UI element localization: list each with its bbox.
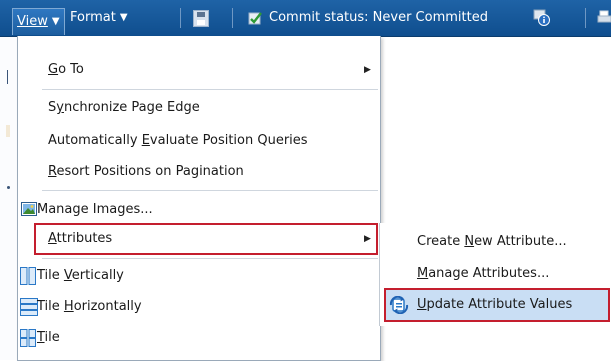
page-background-strip xyxy=(0,37,17,360)
submenu-item-label: Update Attribute Values xyxy=(417,297,573,312)
toolbar-divider xyxy=(180,8,181,28)
save-icon[interactable] xyxy=(193,10,209,27)
format-menu-button[interactable]: Format ▼ xyxy=(70,0,128,36)
toolbar: View ▼ Format ▼ Commit status: Never Commi… xyxy=(0,0,611,37)
attributes-submenu: Create New Attribute... Manage Attribute… xyxy=(379,223,611,326)
submenu-item-label: Manage Attributes... xyxy=(417,266,550,281)
status-info-icon[interactable] xyxy=(533,9,550,26)
menu-item-attributes[interactable]: Attributes ▶ xyxy=(18,225,380,253)
menu-item-tile[interactable]: Tile xyxy=(18,324,380,352)
page-background-mark xyxy=(7,70,13,84)
menu-item-label: Synchronize Page Edge xyxy=(48,100,200,115)
menu-item-label: Tile Vertically xyxy=(37,268,124,283)
submenu-arrow-icon: ▶ xyxy=(364,234,371,244)
submenu-item-manage-attributes[interactable]: Manage Attributes... xyxy=(380,258,611,290)
toolbar-divider xyxy=(232,8,233,28)
commit-check-icon xyxy=(248,12,262,25)
menu-separator xyxy=(42,190,378,191)
menu-item-label: Tile xyxy=(37,330,60,345)
tile-horizontal-icon xyxy=(20,298,38,316)
menu-item-go-to[interactable]: Go To ▶ xyxy=(18,56,380,84)
tile-vertical-icon xyxy=(20,267,36,285)
view-dropdown-menu: Go To ▶ Synchronize Page Edge Automatica… xyxy=(17,36,381,361)
menu-item-label: Resort Positions on Pagination xyxy=(48,164,244,179)
menu-item-label: Manage Images... xyxy=(37,202,153,217)
menu-item-synchronize-page-edge[interactable]: Synchronize Page Edge xyxy=(18,94,380,122)
submenu-item-update-attribute-values[interactable]: Update Attribute Values xyxy=(380,289,611,321)
menu-item-manage-images[interactable]: Manage Images... xyxy=(18,196,380,224)
menu-item-label: Tile Horizontally xyxy=(37,299,142,314)
page-background-mark xyxy=(7,186,10,189)
format-menu-label: Format xyxy=(70,10,116,25)
menu-separator xyxy=(42,258,378,259)
image-icon xyxy=(21,202,37,216)
submenu-item-create-new-attribute[interactable]: Create New Attribute... xyxy=(380,226,611,258)
chevron-down-icon: ▼ xyxy=(119,12,128,23)
view-menu-label: View xyxy=(17,14,48,29)
chevron-down-icon: ▼ xyxy=(51,16,60,27)
menu-item-evaluate-position-queries[interactable]: Automatically Evaluate Position Queries xyxy=(18,127,380,155)
submenu-arrow-icon: ▶ xyxy=(364,65,371,75)
menu-item-label: Attributes xyxy=(48,231,113,246)
view-menu-button[interactable]: View ▼ xyxy=(12,8,65,35)
page-background-mark xyxy=(6,125,10,137)
tile-grid-icon xyxy=(20,329,36,347)
update-attribute-icon xyxy=(389,296,409,314)
print-icon[interactable] xyxy=(597,10,611,24)
toolbar-divider xyxy=(585,8,586,28)
menu-item-label: Automatically Evaluate Position Queries xyxy=(48,133,308,148)
submenu-item-label: Create New Attribute... xyxy=(417,234,567,249)
menu-separator xyxy=(42,89,378,90)
menu-item-tile-vertically[interactable]: Tile Vertically xyxy=(18,262,380,290)
commit-status-text: Commit status: Never Committed xyxy=(269,10,488,25)
menu-item-label: Go To xyxy=(48,62,84,77)
menu-item-resort-positions[interactable]: Resort Positions on Pagination xyxy=(18,158,380,186)
menu-item-tile-horizontally[interactable]: Tile Horizontally xyxy=(18,293,380,321)
